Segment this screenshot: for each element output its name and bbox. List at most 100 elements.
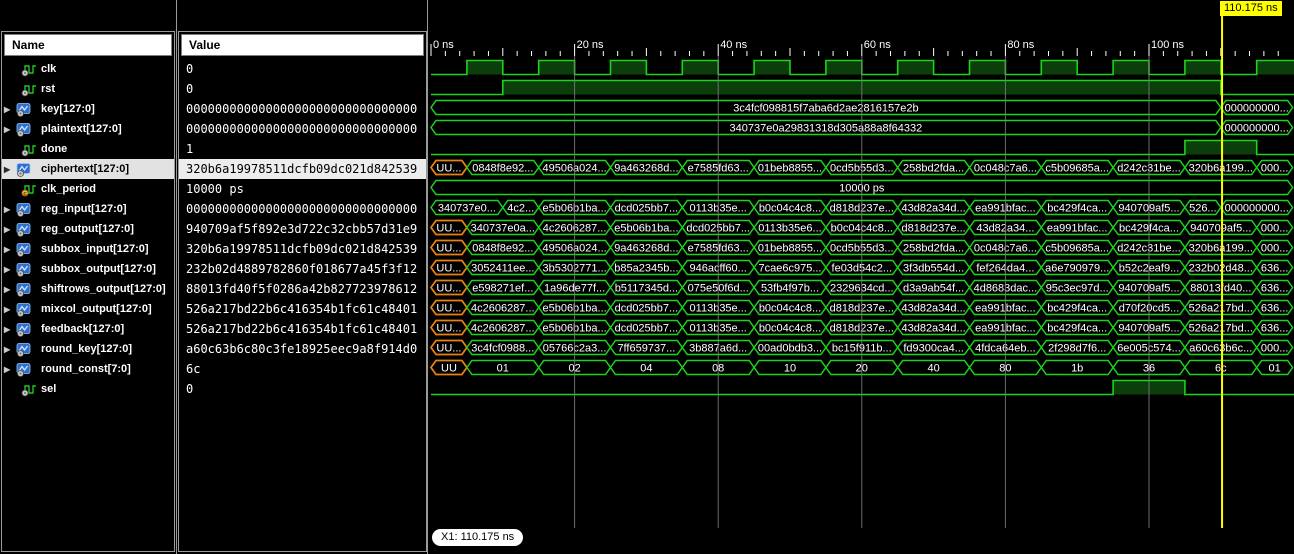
expander-icon[interactable]: ▶ [2, 225, 16, 234]
panel-divider[interactable] [176, 0, 177, 554]
signal-row[interactable]: ▶ subbox_output[127:0] [2, 259, 174, 279]
time-axis-label: 80 ns [1007, 39, 1034, 51]
expander-icon[interactable]: ▶ [2, 285, 16, 294]
signal-row[interactable]: ▶ reg_input[127:0] [2, 199, 174, 219]
svg-text:4c2606287...: 4c2606287... [471, 323, 535, 335]
svg-text:01: 01 [1269, 363, 1281, 375]
signal-name: round_const[7:0] [41, 363, 131, 375]
expander-icon[interactable]: ▶ [2, 345, 16, 354]
wave-row[interactable] [431, 79, 1294, 96]
signal-value[interactable]: 88013fd40f5f0286a42b827723978612 [179, 279, 426, 299]
wave-row[interactable] [431, 59, 1294, 76]
signal-value[interactable]: 0 [179, 59, 426, 79]
signal-name: subbox_input[127:0] [41, 243, 149, 255]
expander-icon[interactable]: ▶ [2, 165, 16, 174]
svg-text:UU...: UU... [436, 243, 461, 255]
svg-text:UU...: UU... [436, 283, 461, 295]
signal-value[interactable]: a60c63b6c80c3fe18925eec9a8f914d0 [179, 339, 426, 359]
signal-value[interactable]: 6c [179, 359, 426, 379]
signal-row[interactable]: ▶ round_key[127:0] [2, 339, 174, 359]
signal-value[interactable]: 320b6a19978511dcfb09dc021d842539 [179, 239, 426, 259]
svg-text:258bd2fda...: 258bd2fda... [903, 163, 964, 175]
signal-row[interactable]: ▶ feedback[127:0] [2, 319, 174, 339]
signal-row[interactable]: clk [2, 59, 174, 79]
svg-text:320b6a199...: 320b6a199... [1189, 163, 1253, 175]
svg-text:40: 40 [927, 363, 939, 375]
svg-text:940709af5...: 940709af5... [1190, 223, 1251, 235]
signal-value[interactable]: 00000000000000000000000000000000 [179, 199, 426, 219]
expander-icon[interactable]: ▶ [2, 305, 16, 314]
signal-row[interactable]: ▶ key[127:0] [2, 99, 174, 119]
signal-row[interactable]: c clk_period [2, 179, 174, 199]
svg-text:01beb8855...: 01beb8855... [758, 163, 822, 175]
signal-value[interactable]: 526a217bd22b6c416354b1fc61c48401 [179, 319, 426, 339]
waveform-area[interactable]: 3c4fcf098815f7aba6d2ae2816157e2b 00000000… [428, 0, 1294, 554]
scalar-signal-icon [16, 382, 38, 397]
svg-text:e598271ef...: e598271ef... [472, 283, 533, 295]
bus-signal-icon [16, 262, 38, 277]
svg-text:b0c04c4c8...: b0c04c4c8... [759, 303, 821, 315]
expander-icon[interactable]: ▶ [2, 245, 16, 254]
bus-signal-icon [16, 302, 38, 317]
signal-value[interactable]: 526a217bd22b6c416354b1fc61c48401 [179, 299, 426, 319]
time-axis-label: 100 ns [1151, 39, 1185, 51]
svg-text:fd9300ca4...: fd9300ca4... [903, 343, 964, 355]
svg-text:e5b06b1ba...: e5b06b1ba... [614, 223, 678, 235]
expander-icon[interactable]: ▶ [2, 325, 16, 334]
svg-text:d818d237e...: d818d237e... [901, 223, 965, 235]
expander-icon[interactable]: ▶ [2, 365, 16, 374]
svg-text:340737e0...: 340737e0... [438, 203, 496, 215]
signal-value[interactable]: 940709af5f892e3d722c32cbb57d31e9 [179, 219, 426, 239]
cursor-time-label[interactable]: 110.175 ns [1220, 1, 1282, 16]
signal-row[interactable]: ▶ subbox_input[127:0] [2, 239, 174, 259]
svg-text:95c3ec97d...: 95c3ec97d... [1046, 283, 1109, 295]
signal-row[interactable]: ▶ plaintext[127:0] [2, 119, 174, 139]
signal-name: key[127:0] [41, 103, 95, 115]
wave-row[interactable] [431, 139, 1294, 156]
signal-row[interactable]: ▶ ciphertext[127:0] [2, 159, 174, 179]
signal-row[interactable]: ▶ shiftrows_output[127:0] [2, 279, 174, 299]
signal-value[interactable]: 0 [179, 79, 426, 99]
signal-value[interactable]: 0 [179, 379, 426, 399]
svg-text:320b6a199...: 320b6a199... [1189, 243, 1253, 255]
svg-text:000...: 000... [1261, 163, 1289, 175]
wave-row[interactable] [431, 379, 1294, 396]
svg-text:43d82a34d...: 43d82a34d... [901, 323, 965, 335]
svg-text:UU...: UU... [436, 323, 461, 335]
svg-text:7cae6c975...: 7cae6c975... [759, 263, 822, 275]
signal-value[interactable]: 00000000000000000000000000000000 [179, 119, 426, 139]
svg-text:04: 04 [640, 363, 652, 375]
svg-text:0848f8e92...: 0848f8e92... [472, 243, 533, 255]
signal-row[interactable]: done [2, 139, 174, 159]
expander-icon[interactable]: ▶ [2, 125, 16, 134]
bus-signal-icon [16, 282, 38, 297]
svg-text:dcd025bb7...: dcd025bb7... [615, 203, 679, 215]
svg-text:6c: 6c [1215, 363, 1227, 375]
signal-row[interactable]: ▶ reg_output[127:0] [2, 219, 174, 239]
svg-text:UU...: UU... [436, 263, 461, 275]
time-axis-label: 40 ns [720, 39, 747, 51]
signal-row[interactable]: ▶ mixcol_output[127:0] [2, 299, 174, 319]
signal-row[interactable]: rst [2, 79, 174, 99]
signal-value[interactable]: 232b02d4889782860f018677a45f3f12 [179, 259, 426, 279]
svg-text:000000000...: 000000000... [1225, 103, 1289, 115]
svg-text:c5b09685a...: c5b09685a... [1045, 243, 1109, 255]
expander-icon[interactable]: ▶ [2, 105, 16, 114]
signal-name: reg_output[127:0] [41, 223, 134, 235]
signal-row[interactable]: sel [2, 379, 174, 399]
signal-value[interactable]: 10000 ps [179, 179, 426, 199]
waveform-canvas[interactable]: 3c4fcf098815f7aba6d2ae2816157e2b 00000000… [428, 0, 1294, 554]
signal-value[interactable]: 1 [179, 139, 426, 159]
svg-text:dcd025bb7...: dcd025bb7... [615, 323, 679, 335]
expander-icon[interactable]: ▶ [2, 205, 16, 214]
svg-text:258bd2fda...: 258bd2fda... [903, 243, 964, 255]
expander-icon[interactable]: ▶ [2, 265, 16, 274]
signal-value[interactable]: 320b6a19978511dcfb09dc021d842539 [179, 159, 426, 179]
svg-text:1b: 1b [1071, 363, 1083, 375]
value-column-header: Value [181, 34, 424, 56]
signal-value[interactable]: 00000000000000000000000000000000 [179, 99, 426, 119]
signal-name: reg_input[127:0] [41, 203, 127, 215]
signal-name: shiftrows_output[127:0] [41, 283, 166, 295]
signal-name: feedback[127:0] [41, 323, 125, 335]
signal-row[interactable]: ▶ round_const[7:0] [2, 359, 174, 379]
